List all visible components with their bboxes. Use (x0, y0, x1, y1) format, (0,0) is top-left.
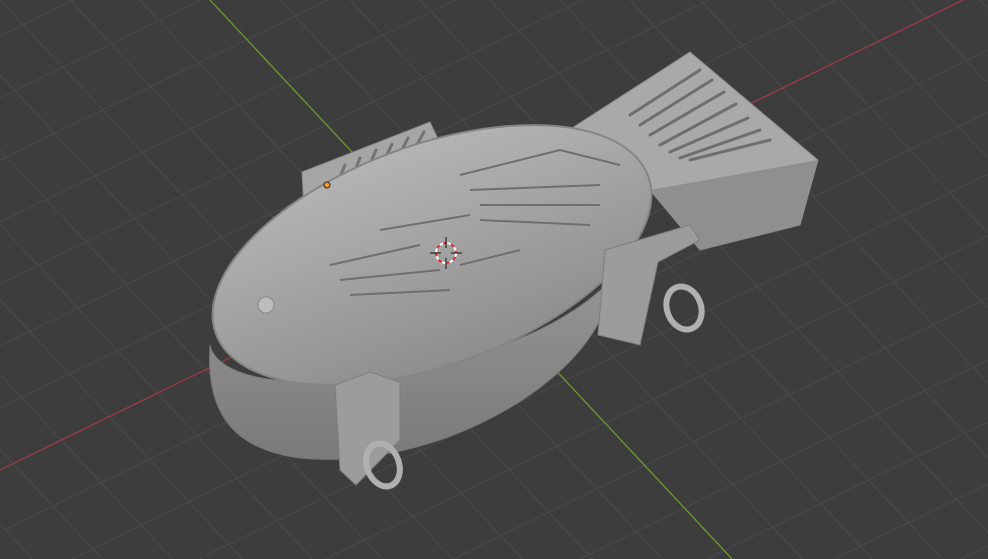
grid-line (0, 299, 243, 559)
right-ring (663, 283, 705, 333)
grid-line (979, 0, 988, 9)
grid-line (0, 0, 75, 37)
grid-line (706, 421, 988, 559)
3d-viewport[interactable] (0, 0, 988, 559)
grid-line (0, 0, 202, 99)
fish-eye (257, 296, 275, 314)
viewport-canvas[interactable] (0, 0, 988, 559)
grid-line (0, 374, 173, 559)
grid-line (833, 483, 988, 559)
fish-model[interactable] (178, 51, 819, 491)
grid-line (0, 0, 329, 161)
origin-point[interactable] (323, 181, 331, 189)
grid-line (960, 545, 988, 559)
grid-line (909, 0, 988, 84)
grid-line (0, 449, 103, 559)
